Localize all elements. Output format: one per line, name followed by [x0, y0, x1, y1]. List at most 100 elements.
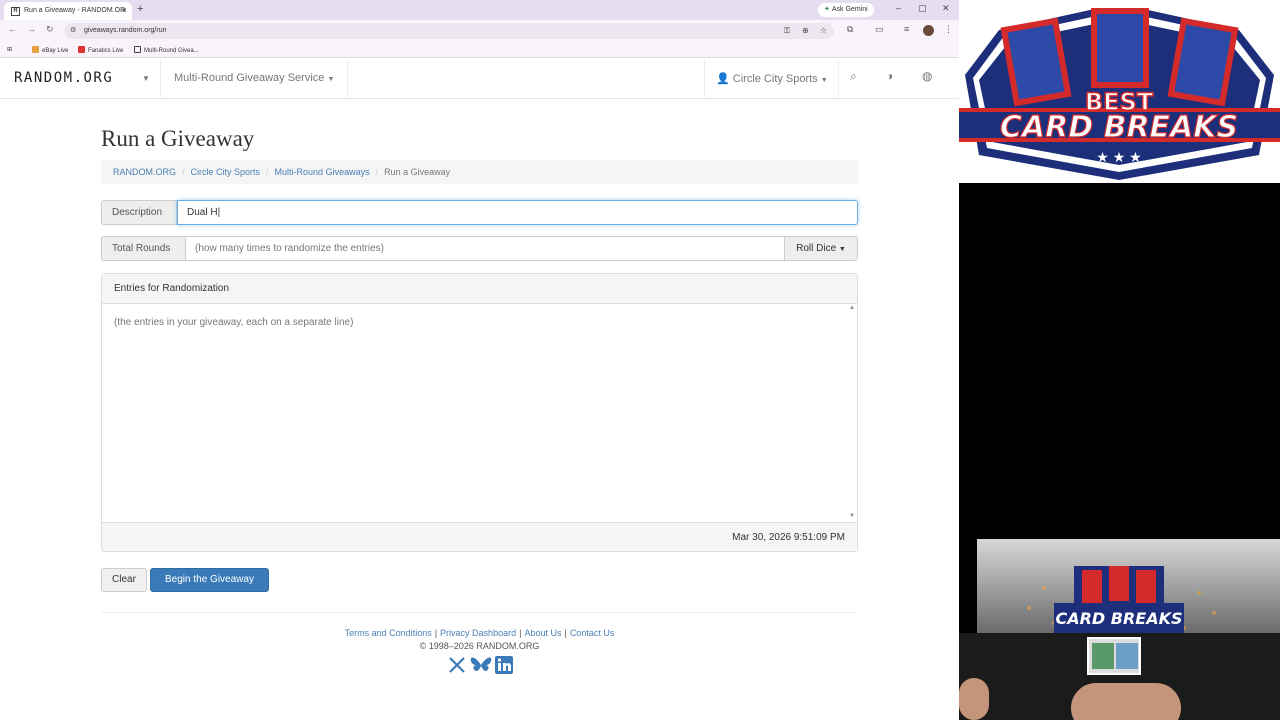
entries-panel: Entries for Randomization (the entries i…: [101, 273, 858, 552]
footer-divider: [101, 612, 858, 613]
brand-logo[interactable]: RANDOM.ORG: [14, 70, 113, 86]
linkedin-icon[interactable]: [495, 656, 513, 679]
caret-down-icon: ▼: [838, 246, 846, 253]
bookmark-star-icon[interactable]: ☆: [820, 23, 827, 39]
text-cursor: |: [217, 207, 221, 218]
nav-divider: [704, 59, 705, 99]
service-menu[interactable]: Multi-Round Giveaway Service ▼: [174, 72, 334, 84]
page-title: Run a Giveaway: [101, 126, 255, 151]
footer-separator: |: [564, 628, 567, 638]
search-icon[interactable]: ⌕: [850, 69, 857, 84]
begin-giveaway-button[interactable]: Begin the Giveaway: [150, 568, 269, 592]
total-rounds-row: Total Rounds (how many times to randomiz…: [101, 236, 858, 261]
ebay-icon: [32, 46, 39, 53]
user-label: Circle City Sports: [732, 73, 818, 85]
footer-links: Terms and Conditions | Privacy Dashboard | A…: [101, 628, 858, 638]
bluesky-icon[interactable]: [470, 656, 492, 679]
breadcrumb-separator: /: [266, 167, 269, 177]
tab-strip: R Run a Giveaway - RANDOM.OR × + ✦ Ask Ge…: [0, 0, 959, 20]
bookmark-label: Multi-Round Givea...: [144, 48, 199, 54]
bookmark-label: Fanatics Live: [88, 48, 124, 54]
password-key-icon[interactable]: ⚿: [784, 23, 790, 39]
breadcrumb-separator: /: [182, 167, 185, 177]
zoom-icon[interactable]: ⊕: [802, 23, 809, 39]
ask-gemini-label: Ask Gemini: [831, 6, 868, 13]
roll-dice-label: Roll Dice: [796, 243, 837, 254]
entries-textarea[interactable]: (the entries in your giveaway, each on a…: [102, 304, 857, 521]
caret-down-icon: ▼: [327, 76, 335, 83]
caret-down-icon: ▼: [820, 77, 828, 84]
entries-placeholder: (the entries in your giveaway, each on a…: [114, 317, 354, 328]
random-org-icon: [134, 46, 141, 53]
contact-link[interactable]: Contact Us: [570, 628, 615, 638]
social-links: [448, 656, 518, 676]
cast-icon[interactable]: ▭: [875, 24, 884, 35]
menu-kebab-icon[interactable]: ⋮: [944, 24, 953, 35]
close-window-icon[interactable]: ✕: [942, 3, 950, 14]
copyright: © 1998–2026 RANDOM.ORG: [419, 641, 540, 651]
extensions-icon[interactable]: ⧉: [847, 24, 853, 35]
url-text: giveaways.random.org/run: [84, 27, 167, 34]
entries-header: Entries for Randomization: [102, 274, 857, 304]
new-tab-icon[interactable]: +: [137, 3, 143, 15]
nav-divider: [838, 59, 839, 99]
breadcrumb-current: Run a Giveaway: [384, 167, 451, 177]
timestamp: Mar 30, 2026 9:51:09 PM: [102, 522, 857, 551]
sparkle-icon: ✦: [824, 6, 830, 13]
ask-gemini-button[interactable]: ✦ Ask Gemini: [818, 3, 874, 17]
breadcrumb-circle-city-sports[interactable]: Circle City Sports: [191, 167, 261, 177]
breadcrumb-multi-round-giveaways[interactable]: Multi-Round Giveaways: [275, 167, 370, 177]
reload-icon[interactable]: ↻: [46, 24, 54, 35]
minimize-icon[interactable]: –: [896, 3, 901, 13]
total-rounds-input[interactable]: (how many times to randomize the entries…: [185, 236, 785, 261]
roll-dice-button[interactable]: Roll Dice ▼: [784, 236, 858, 261]
address-bar[interactable]: ⚙ giveaways.random.org/run ⚿ ⊕ ☆: [64, 23, 834, 39]
breadcrumb: RANDOM.ORG / Circle City Sports / Multi-Roun…: [101, 160, 858, 184]
globe-icon[interactable]: ◍: [922, 69, 932, 83]
service-label: Multi-Round Giveaway Service: [174, 72, 325, 84]
back-icon[interactable]: ←: [8, 24, 17, 34]
description-value: Dual H: [187, 207, 218, 218]
close-tab-icon[interactable]: ×: [122, 5, 127, 15]
bookmark-ebay-live[interactable]: eBay Live: [32, 46, 68, 54]
tab-title: Run a Giveaway - RANDOM.OR: [24, 7, 126, 14]
bookmark-multi-round[interactable]: Multi-Round Givea...: [134, 46, 199, 54]
scroll-up-arrow-icon[interactable]: ▲: [849, 305, 855, 311]
trading-card-slab: [1087, 637, 1141, 675]
breadcrumb-separator: /: [375, 167, 379, 177]
apps-grid-icon[interactable]: ⊞: [7, 46, 12, 53]
contrast-icon[interactable]: ◑: [886, 69, 893, 83]
bookmark-fanatics-live[interactable]: Fanatics Live: [78, 46, 123, 54]
hand-right: [1071, 683, 1181, 720]
footer-separator: |: [434, 628, 438, 638]
site-navbar: RANDOM.ORG ▼ Multi-Round Giveaway Servic…: [0, 59, 959, 99]
terms-link[interactable]: Terms and Conditions: [345, 628, 432, 638]
total-rounds-label: Total Rounds: [101, 236, 186, 261]
best-card-breaks-logo: BEST CARD BREAKS ★ ★ ★: [959, 0, 1280, 183]
maximize-icon[interactable]: ▢: [918, 3, 927, 14]
bookmarks-bar: ⊞ eBay Live Fanatics Live Multi-Round Gi…: [0, 42, 959, 58]
about-link[interactable]: About Us: [524, 628, 561, 638]
logo-stars: ★ ★ ★: [1096, 149, 1141, 165]
profile-avatar[interactable]: [923, 25, 934, 36]
page-content: RANDOM.ORG ▼ Multi-Round Giveaway Servic…: [0, 59, 959, 720]
hand-left: [959, 678, 989, 720]
x-icon[interactable]: [448, 656, 466, 679]
site-info-icon[interactable]: ⚙: [70, 23, 76, 39]
media-icon[interactable]: ≡: [904, 24, 909, 34]
scroll-down-arrow-icon[interactable]: ▼: [849, 513, 855, 519]
browser-toolbar: ← → ↻ ⚙ giveaways.random.org/run ⚿ ⊕ ☆ ⧉…: [0, 20, 959, 42]
forward-icon[interactable]: →: [27, 24, 36, 34]
privacy-link[interactable]: Privacy Dashboard: [440, 628, 516, 638]
clear-button[interactable]: Clear: [101, 568, 147, 592]
caret-down-icon[interactable]: ▼: [142, 74, 150, 83]
description-input[interactable]: Dual H|: [177, 200, 858, 225]
breadcrumb-random-org[interactable]: RANDOM.ORG: [113, 167, 176, 177]
user-menu[interactable]: 👤 Circle City Sports ▼: [716, 72, 828, 85]
random-org-favicon-icon: R: [11, 7, 20, 16]
browser-tab[interactable]: R Run a Giveaway - RANDOM.OR ×: [4, 2, 132, 20]
bookmark-label: eBay Live: [42, 48, 69, 54]
fanatics-icon: [78, 46, 85, 53]
user-icon: 👤: [716, 73, 730, 85]
description-row: Description Dual H|: [101, 200, 858, 225]
